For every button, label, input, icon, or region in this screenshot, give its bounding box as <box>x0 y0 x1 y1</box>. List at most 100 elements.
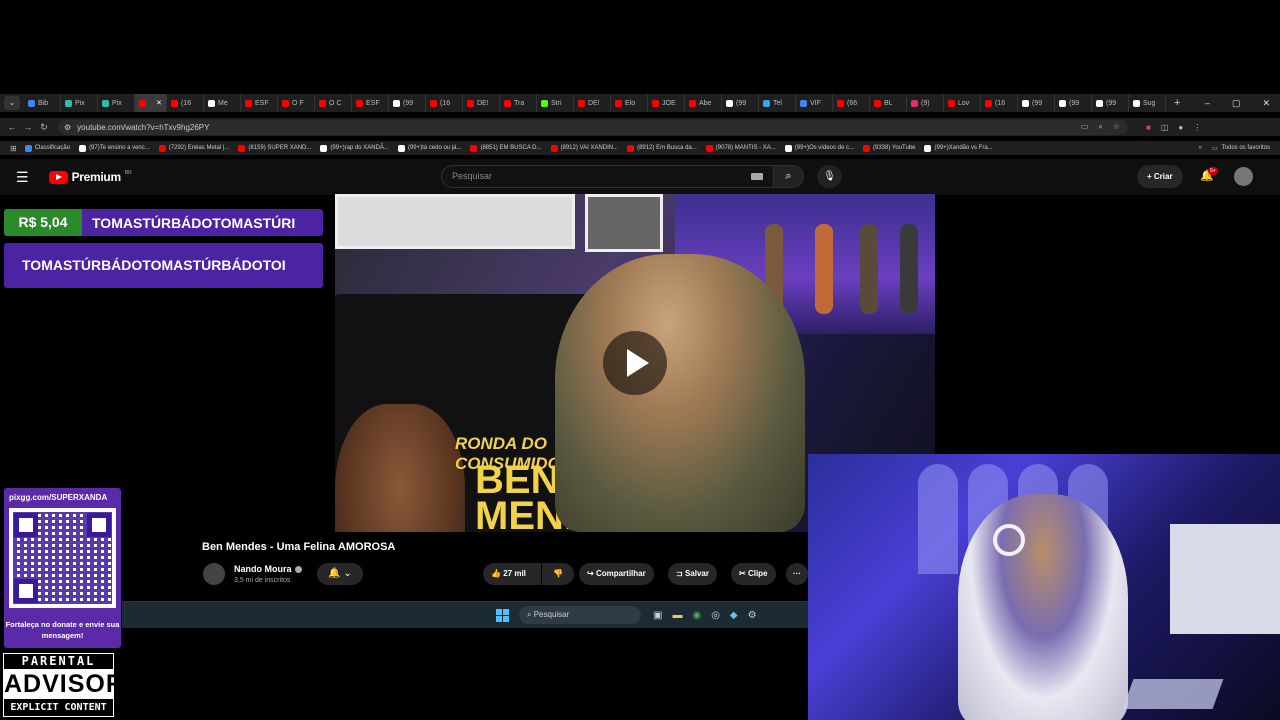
bookmark-item[interactable]: (9338) YouTube <box>863 144 915 152</box>
browser-tab[interactable]: BL <box>870 94 907 112</box>
browser-tab[interactable]: (16 <box>426 94 463 112</box>
forward-icon[interactable]: → <box>20 122 36 132</box>
browser-tab[interactable]: Elo <box>611 94 648 112</box>
bookmark-item[interactable]: Classificação <box>24 144 70 152</box>
cast-icon[interactable]: ▭ <box>1081 122 1089 132</box>
browser-tab[interactable]: (99 <box>1055 94 1092 112</box>
menu-hamburger-icon[interactable]: ☰ <box>16 169 29 186</box>
bookmark-item[interactable]: (7292) Enéas Metal |... <box>158 144 229 152</box>
more-actions-button[interactable]: ··· <box>786 563 808 585</box>
dislike-button[interactable]: 👎 <box>542 563 574 585</box>
bookmark-item[interactable]: (99+)Xandão vs Fra... <box>924 144 993 152</box>
minimize-button[interactable]: – <box>1205 98 1210 109</box>
browser-tab[interactable]: (99 <box>389 94 426 112</box>
close-window-button[interactable]: ✕ <box>1262 98 1270 109</box>
browser-menu-icon[interactable]: ⋮ <box>1193 123 1201 132</box>
zoom-icon[interactable]: ⌕ <box>1098 122 1102 132</box>
browser-tab[interactable]: (66 <box>833 94 870 112</box>
like-button[interactable]: 👍 27 mil <box>483 563 541 585</box>
bookmark-label: (99+)Os vídeos de c... <box>794 145 854 151</box>
browser-tab[interactable]: (16 <box>167 94 204 112</box>
bookmarks-more-button[interactable]: » <box>1199 145 1202 151</box>
apps-grid-icon[interactable]: ⊞ <box>10 144 17 153</box>
channel-name[interactable]: Nando Moura <box>234 564 302 574</box>
mic-icon: 🎙 <box>823 171 836 182</box>
search-input[interactable]: Pesquisar <box>441 165 774 188</box>
new-tab-button[interactable]: + <box>1174 97 1180 109</box>
browser-tab[interactable]: ESF <box>241 94 278 112</box>
task-view-icon[interactable]: ▣ <box>653 610 662 621</box>
browser-tab[interactable]: Abe <box>685 94 722 112</box>
steam-icon[interactable]: ◆ <box>730 610 738 621</box>
browser-tab[interactable]: O F <box>278 94 315 112</box>
extension-icon[interactable]: ■ <box>1146 123 1151 132</box>
browser-tab[interactable]: (99 <box>1018 94 1055 112</box>
bookmark-item[interactable]: (99+)rap do XANDÃ... <box>320 144 389 152</box>
browser-tab[interactable]: (99 <box>1092 94 1129 112</box>
profile-icon[interactable]: ● <box>1178 123 1183 132</box>
play-button[interactable] <box>603 331 667 395</box>
reload-icon[interactable]: ↻ <box>36 122 52 133</box>
browser-tab[interactable]: VIF <box>796 94 833 112</box>
bookmark-item[interactable]: (99+)tá cedo ou já... <box>397 144 461 152</box>
browser-tab[interactable]: DE! <box>574 94 611 112</box>
bookmark-item[interactable]: (97)Te ensino a venc... <box>79 144 150 152</box>
close-tab-icon[interactable]: ✕ <box>156 99 162 107</box>
browser-tab[interactable]: ESF <box>352 94 389 112</box>
maximize-button[interactable]: ▢ <box>1232 98 1241 109</box>
browser-tab[interactable]: Bib <box>24 94 61 112</box>
taskbar-search[interactable]: ⌕ Pesquisar <box>519 606 641 624</box>
url-text[interactable]: youtube.com/watch?v=hTxv9hg26PY <box>77 123 209 132</box>
file-explorer-icon[interactable]: ▬ <box>672 610 682 621</box>
bookmark-item[interactable]: (8851) EM BUSCA D... <box>470 144 542 152</box>
extensions-puzzle-icon[interactable]: ◫ <box>1161 123 1169 132</box>
browser-tab[interactable]: ✕ <box>135 94 167 112</box>
keyboard-icon[interactable] <box>751 173 763 180</box>
qr-code <box>9 508 116 608</box>
browser-tab[interactable]: Tra <box>500 94 537 112</box>
subscription-bell-button[interactable]: 🔔 ⌄ <box>317 563 363 585</box>
browser-tab[interactable]: O C <box>315 94 352 112</box>
tab-search-button[interactable]: ⌄ <box>4 96 20 110</box>
windows-start-icon[interactable] <box>496 608 509 622</box>
omnibox[interactable]: ⚙ youtube.com/watch?v=hTxv9hg26PY ▭ ⌕ ☆ <box>58 119 1128 135</box>
bookmark-item[interactable]: (8912) Em Busca da... <box>627 144 697 152</box>
chrome-icon[interactable]: ◉ <box>692 610 701 621</box>
browser-tab[interactable]: (9) <box>907 94 944 112</box>
create-button[interactable]: + Criar <box>1137 165 1183 188</box>
browser-tab[interactable]: DE! <box>463 94 500 112</box>
channel-avatar[interactable] <box>203 563 225 585</box>
settings-gear-icon[interactable]: ⚙ <box>748 610 757 621</box>
browser-tab[interactable]: (99 <box>722 94 759 112</box>
browser-tab[interactable]: Pix <box>98 94 135 112</box>
share-button[interactable]: ↪ Compartilhar <box>579 563 654 585</box>
bookmark-item[interactable]: (8912) VAI XANDIN... <box>550 144 618 152</box>
search-button[interactable]: ⌕ <box>774 165 804 188</box>
browser-tab[interactable]: (16 <box>981 94 1018 112</box>
bookmark-star-icon[interactable]: ☆ <box>1113 122 1120 132</box>
browser-tab[interactable]: Stri <box>537 94 574 112</box>
browser-tab[interactable]: JOE <box>648 94 685 112</box>
youtube-logo[interactable]: Premium BR <box>48 170 132 184</box>
bookmark-item[interactable]: (99+)Os vídeos de c... <box>784 144 854 152</box>
clip-button[interactable]: ✂ Clipe <box>731 563 776 585</box>
obs-icon[interactable]: ◎ <box>711 610 720 621</box>
window-controls: – ▢ ✕ <box>1205 98 1280 109</box>
save-button[interactable]: ⊐ Salvar <box>668 563 717 585</box>
account-avatar[interactable] <box>1234 167 1253 186</box>
browser-tab[interactable]: Pix <box>61 94 98 112</box>
tab-label: Bib <box>38 99 49 107</box>
back-icon[interactable]: ← <box>4 122 20 132</box>
thumbnail-face <box>335 404 465 532</box>
site-info-icon[interactable]: ⚙ <box>64 123 71 132</box>
bookmark-item[interactable]: (9078) MANTIS - XA... <box>705 144 776 152</box>
voice-search-button[interactable]: 🎙 <box>817 165 842 188</box>
folder-icon: ▭ <box>1211 145 1218 152</box>
browser-tab[interactable]: Me <box>204 94 241 112</box>
browser-tab[interactable]: Lov <box>944 94 981 112</box>
all-bookmarks-folder[interactable]: ▭ Todos os favoritos <box>1212 145 1270 152</box>
browser-tab[interactable]: Tel <box>759 94 796 112</box>
bookmark-item[interactable]: (8159) SUPER XAND... <box>238 144 311 152</box>
browser-tab[interactable]: Sug <box>1129 94 1166 112</box>
thumbs-down-icon: 👎 <box>553 569 563 578</box>
